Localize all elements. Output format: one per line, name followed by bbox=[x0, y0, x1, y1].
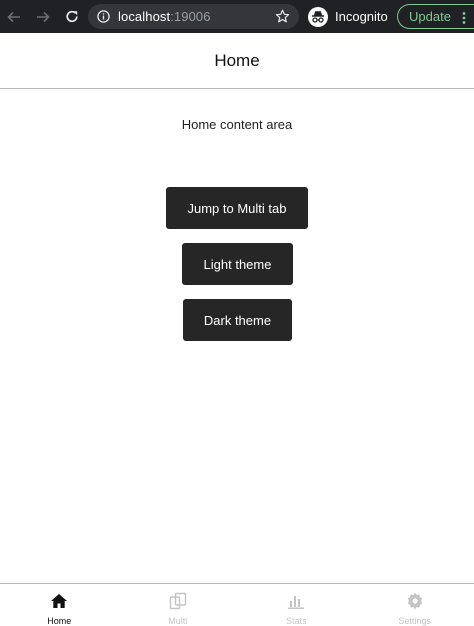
reload-button[interactable] bbox=[61, 6, 83, 28]
app-header: Home bbox=[0, 33, 474, 89]
content-label: Home content area bbox=[181, 117, 293, 132]
update-label: Update bbox=[409, 9, 451, 24]
tab-label: Stats bbox=[285, 616, 307, 626]
multi-copy-icon bbox=[168, 591, 188, 610]
incognito-indicator[interactable]: Incognito bbox=[308, 4, 388, 29]
more-vert-icon[interactable] bbox=[462, 12, 466, 24]
bar-chart-icon bbox=[286, 591, 306, 610]
forward-button[interactable] bbox=[32, 6, 54, 28]
url-port: :19006 bbox=[170, 9, 211, 24]
dark-theme-button[interactable]: Dark theme bbox=[183, 299, 292, 341]
tab-label: Home bbox=[47, 616, 72, 626]
bottom-tab-bar: Home Multi Stats Settings bbox=[0, 583, 474, 626]
tab-home[interactable]: Home bbox=[0, 584, 119, 626]
arrow-right-icon bbox=[37, 11, 50, 22]
page-title: Home bbox=[214, 50, 260, 70]
incognito-icon bbox=[308, 6, 328, 27]
gear-icon bbox=[405, 591, 425, 610]
incognito-label: Incognito bbox=[335, 9, 388, 24]
tab-label: Multi bbox=[168, 616, 188, 626]
star-icon[interactable] bbox=[275, 9, 290, 24]
url-text: localhost:19006 bbox=[118, 9, 211, 24]
home-icon bbox=[49, 591, 69, 610]
arrow-left-icon bbox=[7, 11, 20, 22]
tab-settings[interactable]: Settings bbox=[356, 584, 474, 626]
tab-label: Settings bbox=[398, 616, 432, 626]
light-theme-button[interactable]: Light theme bbox=[182, 243, 293, 285]
reload-icon bbox=[66, 10, 78, 22]
update-button[interactable]: Update bbox=[397, 4, 474, 29]
tab-multi[interactable]: Multi bbox=[119, 584, 238, 626]
url-host: localhost bbox=[118, 9, 171, 24]
jump-to-multi-tab-button[interactable]: Jump to Multi tab bbox=[166, 187, 308, 229]
back-button[interactable] bbox=[3, 6, 25, 28]
address-bar[interactable]: localhost:19006 bbox=[88, 4, 299, 29]
tab-stats[interactable]: Stats bbox=[237, 584, 356, 626]
browser-toolbar: localhost:19006 Incognito Update bbox=[0, 0, 474, 33]
info-icon bbox=[97, 10, 110, 23]
